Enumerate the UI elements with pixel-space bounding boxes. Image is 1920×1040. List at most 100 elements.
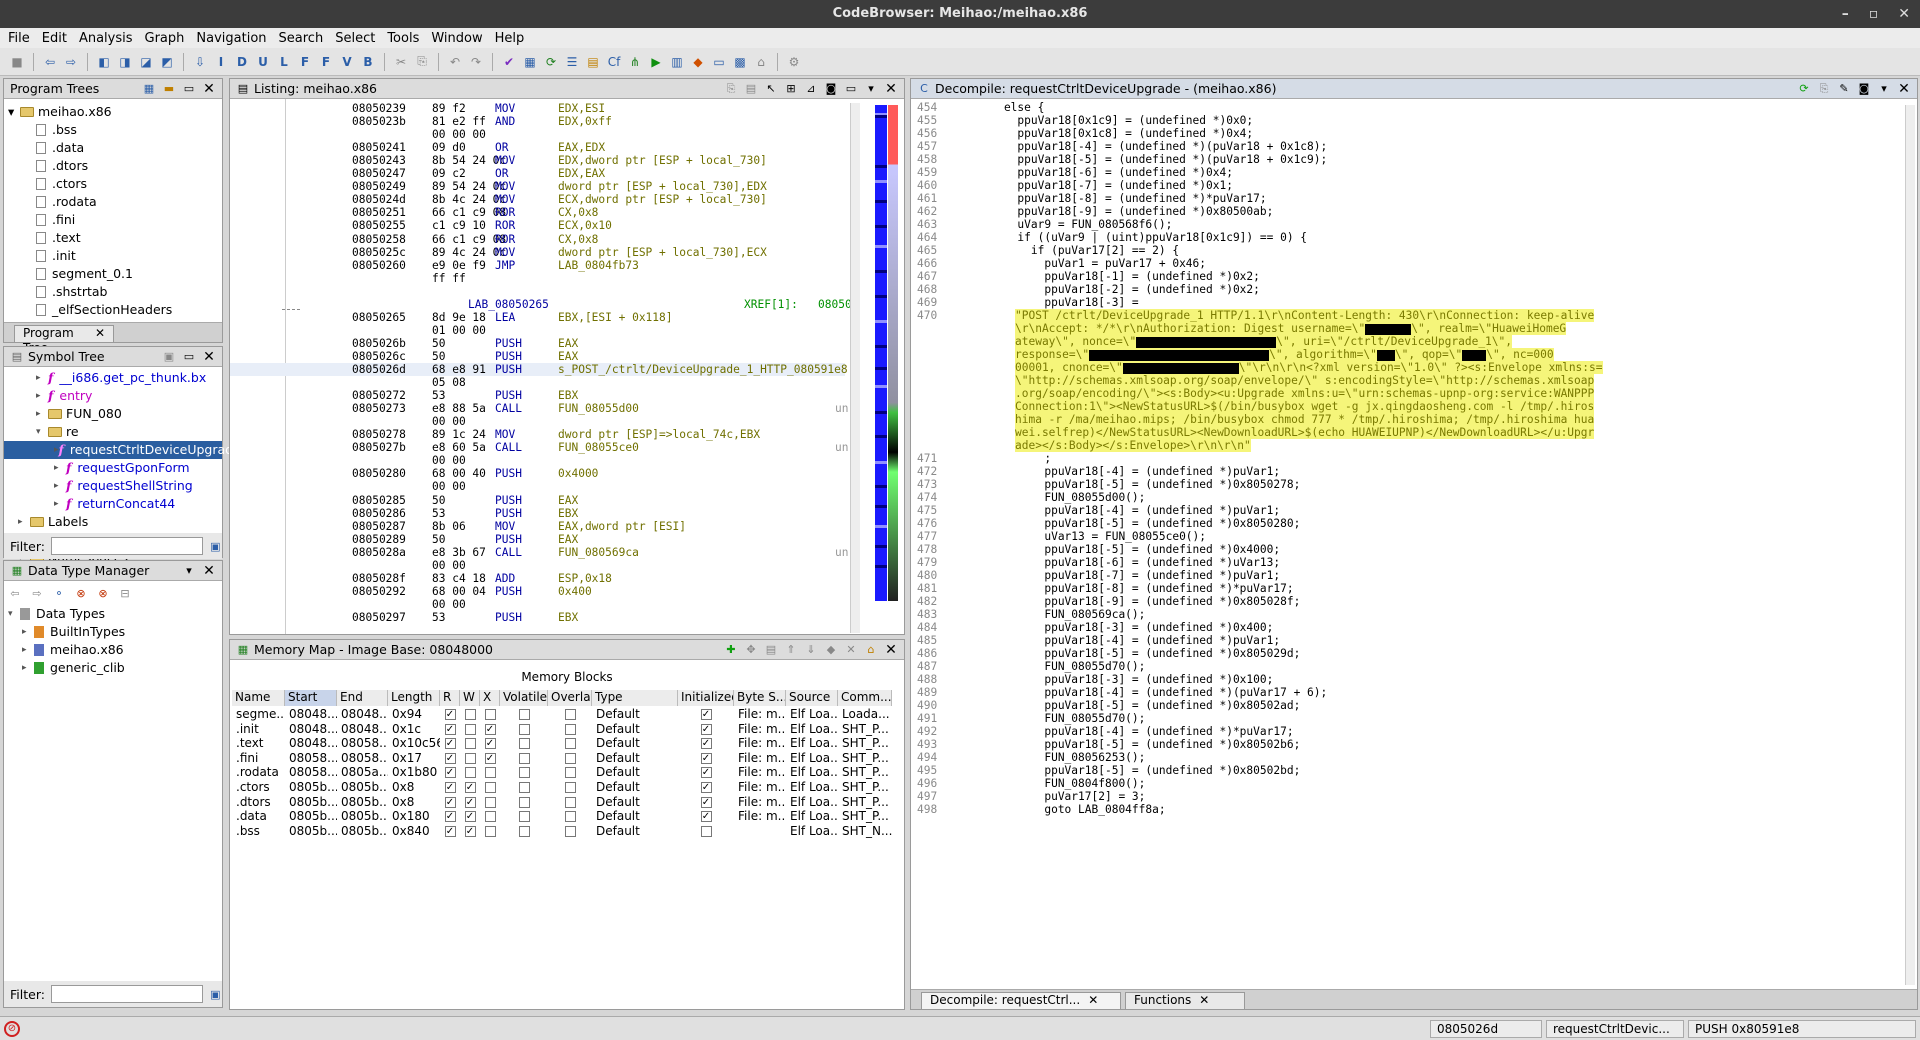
string-literal-line[interactable]: wei.selfrep)</NewStatusURL><NewDownloadU… [911,426,1891,439]
column-header[interactable]: Source [786,690,838,706]
nav-block-icon[interactable]: ◩ [158,53,176,71]
memory-cell[interactable]: Loada... [838,707,892,722]
expand-arrow-icon[interactable]: ▾ [8,605,20,623]
view-icon[interactable]: ▭ [182,82,196,96]
memory-cell[interactable]: 0805b... [285,780,337,795]
listing-row[interactable]: 08050285 50 PUSH EAX [230,494,845,507]
decompile-line[interactable]: 459 ppuVar18[-6] = (undefined *)0x4; [911,166,1891,179]
run-icon[interactable]: ▶ [647,53,665,71]
memory-cell[interactable]: 0x180 [388,809,440,824]
memory-icon[interactable]: ▭ [710,53,728,71]
decompile-line[interactable]: 454 else { [911,101,1891,114]
memory-cell[interactable]: 08048... [285,736,337,751]
memory-cell[interactable] [460,722,480,737]
decompile-line[interactable]: 493 ppuVar18[-5] = (undefined *)0x80502b… [911,738,1891,751]
new-tree-icon[interactable]: ▦ [142,82,156,96]
column-header[interactable]: Volatile [500,690,548,706]
memory-cell[interactable] [480,795,500,810]
memory-cell[interactable]: .data [232,809,285,824]
script-icon[interactable]: ▥ [668,53,686,71]
maximize-icon[interactable]: ▫ [1869,0,1879,28]
decompile-line[interactable]: 487 FUN_08055d70(); [911,660,1891,673]
memory-cell[interactable]: 0805a... [337,765,388,780]
memory-cell[interactable]: 0805b... [337,795,388,810]
program-tree-item[interactable]: .rodata [8,193,222,211]
decompile-line[interactable]: 461 ppuVar18[-8] = (undefined *)*puVar17… [911,192,1891,205]
memory-cell[interactable]: Elf Loa... [786,809,838,824]
checkbox[interactable]: ✓ [700,738,712,750]
decompile-line[interactable]: 471 ; [911,452,1891,465]
edit-signature-icon[interactable]: ✎ [1837,82,1851,96]
instruction-operands[interactable]: EAX [558,494,578,507]
string-literal-line[interactable]: hima -r /ma/meihao.mips; /bin/busybox ch… [911,413,1891,426]
refresh-icon[interactable]: ⟳ [542,53,560,71]
checkbox[interactable] [518,723,530,735]
memory-cell[interactable] [480,707,500,722]
instruction-operands[interactable]: ECX,dword ptr [ESP + local_730] [558,193,767,206]
program-tree-item[interactable]: .bss [8,121,222,139]
listing-row[interactable]: 08050249 89 54 24 0c MOV dword ptr [ESP + l… [230,180,845,193]
memory-cell[interactable]: ✓ [440,765,460,780]
expand-arrow-icon[interactable]: ▾ [36,423,48,441]
decompile-vscroll[interactable] [1905,105,1915,985]
nav-prev-icon[interactable]: ◧ [95,53,113,71]
memory-cell[interactable]: Default [592,736,678,751]
checkbox[interactable] [564,752,576,764]
column-header[interactable]: X [480,690,500,706]
listing-row[interactable]: 0805023b 81 e2 ff AND EDX,0xff [230,115,845,128]
graph-icon[interactable]: ⋔ [626,53,644,71]
memory-cell[interactable]: ✓ [678,809,734,824]
checkbox[interactable]: ✓ [444,811,456,823]
memory-cell[interactable]: 0x8 [388,780,440,795]
decompile-line[interactable]: 456 ppuVar18[0x1c8] = (undefined *)0x4; [911,127,1891,140]
expand-arrow-icon[interactable]: ▸ [54,459,66,477]
listing-row[interactable]: 0805026b 50 PUSH EAX [230,337,845,350]
memory-cell[interactable] [548,780,592,795]
memory-cell[interactable] [548,707,592,722]
move-block-icon[interactable]: ✥ [744,643,758,657]
checkbox[interactable]: ✓ [484,723,496,735]
listing-row[interactable]: 0805028a e8 3b 67 CALL FUN_080569ca un [230,546,848,559]
listing-row[interactable]: 00 00 [230,480,845,493]
symbol-tree-item[interactable]: ▸ f requestGponForm [4,459,222,477]
decompile-line[interactable]: 473 ppuVar18[-5] = (undefined *)0x805027… [911,478,1891,491]
program-tree-item[interactable]: .text [8,229,222,247]
memory-cell[interactable]: 0805b... [337,780,388,795]
memory-cell[interactable] [460,736,480,751]
decompile-line[interactable]: 457 ppuVar18[-4] = (undefined *)(puVar18… [911,140,1891,153]
string-literal-line[interactable]: \"http://schemas.xmlsoap.org/soap/envelo… [911,374,1891,387]
memory-cell[interactable]: 0805b... [285,809,337,824]
listing-body[interactable]: 08050239 89 f2 MOV EDX,ESI 0805023b 81 e2 ff A… [230,99,904,634]
decompile-line[interactable]: 498 goto LAB_0804ff8a; [911,803,1891,816]
memory-cell[interactable]: ✓ [460,780,480,795]
column-header[interactable]: R [440,690,460,706]
expand-arrow-icon[interactable]: ▸ [54,477,66,495]
lock-icon[interactable]: ▣ [162,350,176,364]
close-icon[interactable]: ✕ [1199,993,1209,1009]
checkbox[interactable]: ✓ [444,825,456,837]
error-icon[interactable]: ⊘ [4,1021,20,1037]
copy-icon[interactable]: ⎘ [1817,82,1831,96]
memory-cell[interactable]: SHT_P... [838,765,892,780]
memory-cell[interactable]: .init [232,722,285,737]
memory-cell[interactable]: File: m... [734,795,786,810]
instruction-operands[interactable]: dword ptr [ESP + local_730],ECX [558,246,767,259]
program-tree-item[interactable]: _elfSectionHeaders [8,301,222,319]
memory-cell[interactable] [480,809,500,824]
memory-cell[interactable] [460,707,480,722]
memory-cell[interactable] [500,707,548,722]
listing-row[interactable]: 08050265 8d 9e 18 LEA EBX,[ESI + 0x118] [230,311,845,324]
checkbox[interactable]: ✓ [700,709,712,720]
checkbox[interactable] [484,767,496,779]
listing-row[interactable]: 00 00 [230,559,845,572]
memory-cell[interactable]: 08058... [337,736,388,751]
memory-cell[interactable] [480,780,500,795]
memory-cell[interactable]: 0805b... [285,824,337,839]
memory-cell[interactable]: .text [232,736,285,751]
memory-cell[interactable]: Elf Loa... [786,736,838,751]
menu-navigation[interactable]: Navigation [196,31,266,46]
instruction-operands[interactable]: EAX [558,350,578,363]
checkbox[interactable]: ✓ [700,767,712,779]
memory-cell[interactable] [500,780,548,795]
back-icon[interactable]: ⇦ [41,53,59,71]
